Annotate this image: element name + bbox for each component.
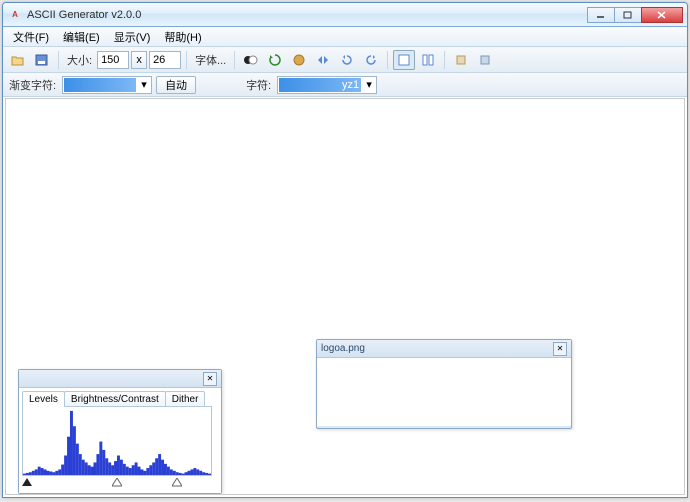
tab-brightness-contrast[interactable]: Brightness/Contrast (64, 391, 166, 407)
toolbar-secondary: 渐变字符: ▾ 自动 字符: yz1 ▾ (3, 73, 687, 97)
chars-combo[interactable]: yz1 ▾ (277, 76, 377, 94)
gradient-chars-combo[interactable]: ▾ (62, 76, 152, 94)
menu-help[interactable]: 帮助(H) (158, 27, 207, 47)
height-input[interactable]: 26 (149, 51, 181, 69)
lock-ratio-button[interactable]: x (131, 51, 147, 69)
minimize-button[interactable] (587, 7, 615, 23)
chars-selection: yz1 (279, 78, 361, 92)
rotate-left-icon[interactable] (336, 50, 358, 70)
levels-panel-body: Levels Brightness/Contrast Dither (19, 388, 221, 493)
save-icon[interactable] (31, 50, 53, 70)
app-icon: A (7, 7, 23, 23)
tab-dither[interactable]: Dither (165, 391, 206, 407)
separator (387, 51, 388, 69)
chevron-down-icon[interactable]: ▾ (137, 78, 151, 91)
gradient-chars-label: 渐变字符: (7, 77, 58, 93)
black-point-marker[interactable] (22, 478, 32, 488)
auto-button[interactable]: 自动 (156, 76, 196, 94)
levels-panel[interactable]: ✕ Levels Brightness/Contrast Dither (18, 369, 222, 494)
main-window: A ASCII Generator v2.0.0 文件(F) 编辑(E) 显示(… (2, 2, 688, 498)
width-input[interactable]: 150 (97, 51, 129, 69)
menu-file[interactable]: 文件(F) (7, 27, 55, 47)
white-point-marker[interactable] (172, 478, 182, 488)
menubar: 文件(F) 编辑(E) 显示(V) 帮助(H) (3, 27, 687, 47)
separator (234, 51, 235, 69)
tool-icon-2[interactable] (474, 50, 496, 70)
separator (186, 51, 187, 69)
open-icon[interactable] (7, 50, 29, 70)
mid-point-marker[interactable] (112, 478, 122, 488)
globe-icon[interactable] (288, 50, 310, 70)
separator (444, 51, 445, 69)
menu-edit[interactable]: 编辑(E) (57, 27, 106, 47)
image-panel-header[interactable]: logoa.png ✕ (317, 340, 571, 358)
close-button[interactable] (641, 7, 683, 23)
canvas-area[interactable]: logoa.png ✕ ✕ Levels Brightness/Contrast… (5, 98, 685, 495)
levels-tabs: Levels Brightness/Contrast Dither (22, 391, 218, 407)
view-split-icon[interactable] (417, 50, 439, 70)
rotate-right-icon[interactable] (360, 50, 382, 70)
chevron-down-icon[interactable]: ▾ (362, 78, 376, 91)
separator (58, 51, 59, 69)
histogram-chart (22, 406, 212, 476)
close-icon[interactable]: ✕ (553, 342, 567, 356)
refresh-icon[interactable] (264, 50, 286, 70)
window-buttons (588, 7, 683, 23)
flip-h-icon[interactable] (312, 50, 334, 70)
tab-levels[interactable]: Levels (22, 391, 65, 407)
levels-panel-header[interactable]: ✕ (19, 370, 221, 388)
image-panel-title: logoa.png (321, 343, 553, 354)
view-single-icon[interactable] (393, 50, 415, 70)
menu-view[interactable]: 显示(V) (108, 27, 157, 47)
levels-sliders (22, 478, 218, 490)
gradient-selection (64, 78, 136, 92)
window-title: ASCII Generator v2.0.0 (27, 9, 588, 21)
font-button[interactable]: 字体... (192, 52, 229, 68)
close-icon[interactable]: ✕ (203, 372, 217, 386)
black-white-icon[interactable] (240, 50, 262, 70)
tool-icon-1[interactable] (450, 50, 472, 70)
size-label: 大小: (64, 52, 95, 68)
image-panel-body (317, 358, 571, 426)
image-panel[interactable]: logoa.png ✕ (316, 339, 572, 429)
titlebar[interactable]: A ASCII Generator v2.0.0 (3, 3, 687, 27)
chars-label: 字符: (244, 77, 273, 93)
maximize-button[interactable] (614, 7, 642, 23)
toolbar-main: 大小: 150 x 26 字体... (3, 47, 687, 73)
